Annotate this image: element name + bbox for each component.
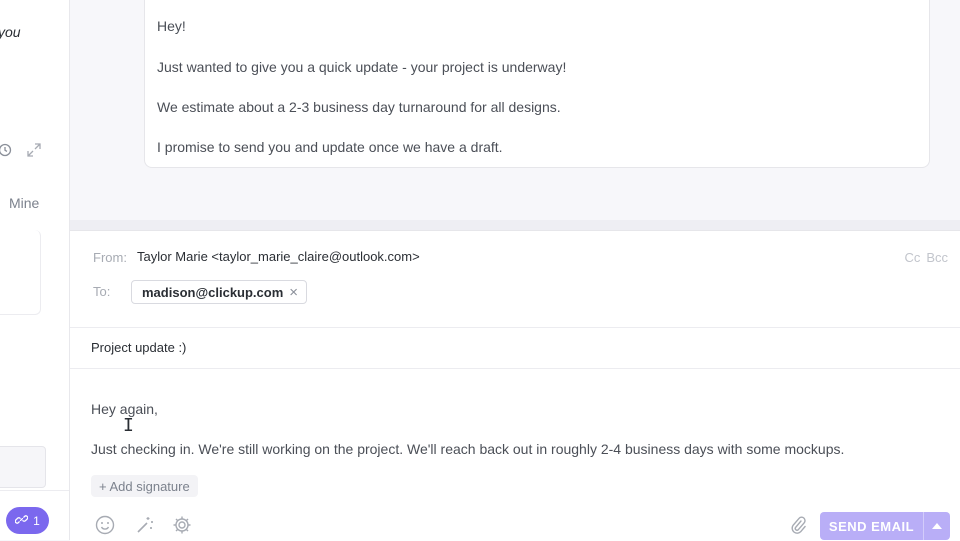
email-compose: From: Taylor Marie <taylor_marie_claire@… — [70, 230, 960, 541]
cc-button[interactable]: Cc — [904, 250, 920, 265]
from-address[interactable]: Taylor Marie <taylor_marie_claire@outloo… — [137, 249, 420, 264]
previous-email-line: We estimate about a 2-3 business day tur… — [157, 99, 561, 115]
add-signature-button[interactable]: + Add signature — [91, 475, 198, 497]
paperclip-icon[interactable] — [789, 515, 807, 540]
attachments-count: 1 — [33, 513, 40, 528]
previous-email-line: Hey! — [157, 18, 186, 34]
to-label: To: — [93, 284, 111, 299]
link-icon — [14, 513, 29, 529]
send-email-button[interactable]: SEND EMAIL — [820, 512, 950, 540]
divider — [70, 368, 960, 369]
close-icon[interactable]: × — [289, 285, 298, 300]
tab-mine[interactable]: Mine — [9, 195, 39, 211]
recipient-chip[interactable]: madison@clickup.com × — [131, 280, 308, 304]
previous-email-line: I promise to send you and update once we… — [157, 139, 503, 155]
send-email-label: SEND EMAIL — [828, 518, 915, 534]
expand-icon[interactable] — [26, 142, 42, 163]
previous-email-line: Just wanted to give you a quick update -… — [157, 59, 567, 75]
email-body-text[interactable]: Just checking in. We're still working on… — [91, 441, 844, 457]
row-fragment — [0, 446, 46, 488]
text-cursor-icon: I — [123, 415, 134, 436]
divider — [70, 327, 960, 328]
subject-field[interactable]: Project update :) — [91, 340, 186, 355]
recipient-email: madison@clickup.com — [142, 284, 284, 300]
gear-icon[interactable] — [172, 515, 192, 540]
bcc-button[interactable]: Bcc — [926, 250, 948, 265]
clock-icon[interactable] — [0, 143, 12, 162]
comment-snippet: you — [0, 24, 21, 40]
previous-email-card: Hey! Just wanted to give you a quick upd… — [144, 0, 930, 168]
magic-wand-icon[interactable] — [135, 515, 155, 540]
emoji-icon[interactable] — [95, 515, 115, 540]
section-separator — [70, 220, 960, 230]
cc-bcc: Cc Bcc — [904, 250, 948, 265]
caret-up-icon[interactable] — [923, 512, 950, 540]
attachments-button[interactable]: 1 — [6, 507, 49, 534]
divider — [0, 490, 69, 491]
card-fragment — [0, 230, 41, 315]
from-label: From: — [93, 250, 127, 265]
left-panel: you Mine — [0, 0, 70, 540]
